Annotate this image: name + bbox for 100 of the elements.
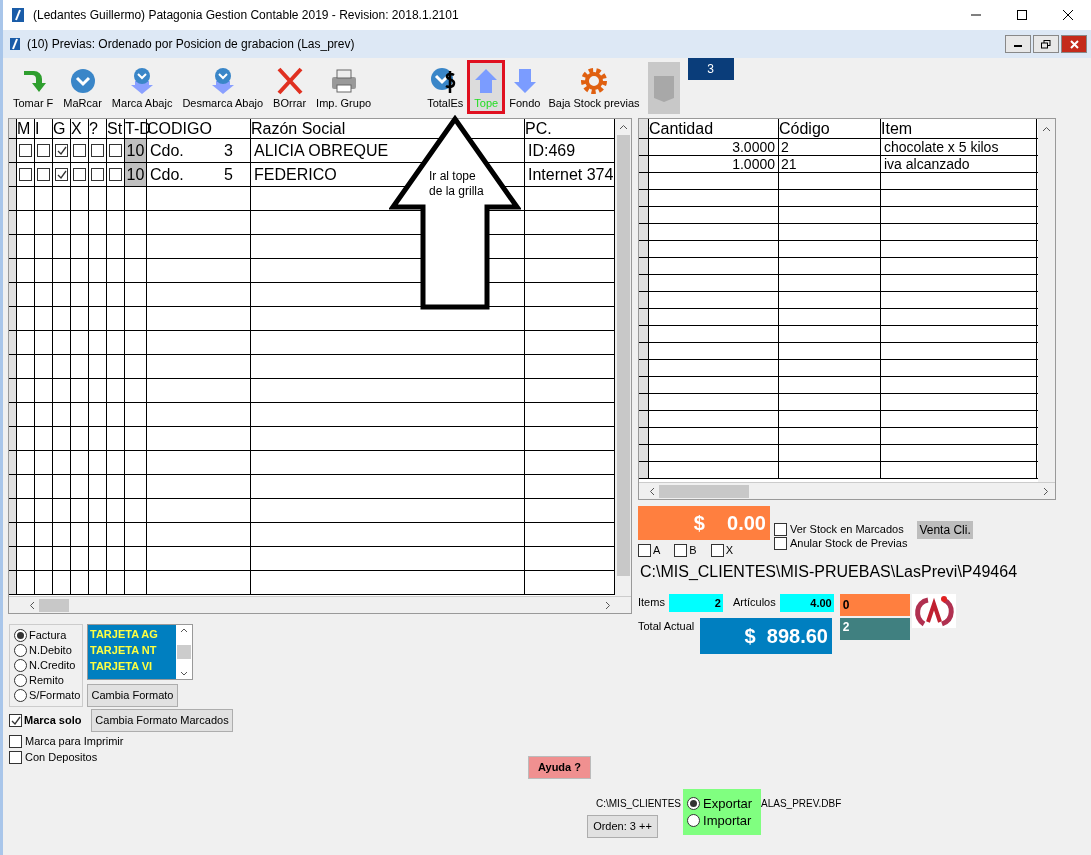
row-header[interactable]	[9, 475, 17, 498]
row-header[interactable]	[639, 292, 649, 308]
checkbox[interactable]	[674, 543, 688, 557]
toolbar-button[interactable]: Baja Stock previas	[544, 60, 644, 114]
checkbox[interactable]	[37, 168, 50, 181]
checkbox[interactable]	[55, 168, 68, 181]
checkbox[interactable]	[774, 536, 787, 550]
row-header[interactable]	[639, 411, 649, 427]
row-header[interactable]	[9, 547, 17, 570]
row-header[interactable]	[639, 173, 649, 189]
row-header[interactable]	[639, 360, 649, 376]
toolbar-button[interactable]: Desmarca Abajo	[178, 60, 268, 114]
row-header[interactable]	[9, 355, 17, 378]
row-header[interactable]	[9, 451, 17, 474]
column-header[interactable]: G	[53, 119, 71, 138]
row-header[interactable]	[639, 224, 649, 240]
column-header[interactable]: M	[17, 119, 35, 138]
row-header[interactable]	[639, 394, 649, 410]
toolbar-button[interactable]: BOrrar	[269, 60, 311, 114]
cambia-formato-marcados-button[interactable]: Cambia Formato Marcados	[91, 709, 233, 732]
checkbox[interactable]	[109, 144, 122, 157]
row-header[interactable]	[639, 275, 649, 291]
row-header[interactable]	[9, 571, 17, 594]
checkbox[interactable]	[91, 144, 104, 157]
ayuda-button[interactable]: Ayuda ?	[528, 756, 591, 779]
radio-button[interactable]	[14, 629, 27, 642]
scrollbar-thumb[interactable]	[39, 598, 69, 612]
card-list[interactable]: TARJETA AG TARJETA NT TARJETA VI	[87, 624, 193, 680]
vertical-scrollbar[interactable]	[615, 119, 631, 596]
checkbox[interactable]	[9, 750, 22, 764]
row-header[interactable]	[9, 403, 17, 426]
row-header[interactable]	[639, 258, 649, 274]
minimize-button[interactable]	[1005, 35, 1031, 53]
horizontal-scrollbar[interactable]	[639, 482, 1055, 499]
toolbar-button[interactable]: Marca Abajc	[107, 60, 177, 114]
column-header[interactable]: St	[107, 119, 125, 138]
list-item[interactable]: TARJETA NT	[90, 642, 176, 658]
scrollbar-thumb[interactable]	[659, 484, 749, 498]
toolbar-button[interactable]: Tomar F	[9, 60, 58, 114]
row-header[interactable]	[639, 207, 649, 223]
toolbar-button[interactable]: Imp. Grupo	[312, 60, 376, 114]
checkbox[interactable]	[19, 168, 32, 181]
column-header[interactable]: X	[71, 119, 89, 138]
row-header[interactable]	[639, 190, 649, 206]
column-header[interactable]: I	[35, 119, 53, 138]
row-header[interactable]	[639, 241, 649, 257]
cambia-formato-button[interactable]: Cambia Formato	[87, 684, 178, 707]
column-header[interactable]: ?	[89, 119, 107, 138]
toolbar-button[interactable]: TotalEs	[423, 60, 468, 114]
row-header[interactable]	[9, 331, 17, 354]
restore-button[interactable]	[1033, 35, 1059, 53]
row-header[interactable]	[639, 139, 649, 155]
radio-button[interactable]	[687, 814, 701, 827]
vertical-scrollbar[interactable]	[1038, 119, 1055, 482]
checkbox[interactable]	[91, 168, 104, 181]
row-header[interactable]	[639, 445, 649, 461]
row-header[interactable]	[639, 309, 649, 325]
toolbar-button[interactable]: MaRcar	[59, 60, 106, 114]
list-item[interactable]: TARJETA AG	[90, 626, 176, 642]
row-header[interactable]	[9, 307, 17, 330]
orden-button[interactable]: Orden: 3 ++	[587, 815, 658, 838]
row-header[interactable]	[9, 163, 17, 186]
radio-button[interactable]	[687, 797, 701, 810]
column-header[interactable]: CODIGO	[147, 119, 251, 138]
list-item[interactable]: TARJETA VI	[90, 658, 176, 674]
checkbox[interactable]	[9, 734, 22, 748]
radio-button[interactable]	[14, 689, 27, 702]
row-header[interactable]	[9, 523, 17, 546]
checkbox[interactable]	[19, 144, 32, 157]
row-header[interactable]	[9, 379, 17, 402]
scrollbar-thumb[interactable]	[177, 645, 191, 659]
checkbox[interactable]	[774, 522, 787, 536]
row-header[interactable]	[9, 499, 17, 522]
checkbox[interactable]	[710, 543, 724, 557]
checkbox[interactable]	[638, 543, 651, 557]
checkbox[interactable]	[55, 144, 68, 157]
column-header[interactable]: Código	[779, 119, 881, 138]
row-header[interactable]	[9, 187, 17, 210]
column-header[interactable]: Cantidad	[649, 119, 779, 138]
row-header[interactable]	[9, 427, 17, 450]
row-header[interactable]	[9, 139, 17, 162]
checkbox[interactable]	[73, 168, 86, 181]
column-header[interactable]: Item	[881, 119, 1037, 138]
checkbox[interactable]	[73, 144, 86, 157]
checkbox[interactable]	[109, 168, 122, 181]
venta-cli-label[interactable]: Venta Cli.	[917, 521, 973, 539]
checkbox[interactable]	[9, 714, 22, 727]
horizontal-scrollbar[interactable]	[9, 596, 631, 613]
radio-button[interactable]	[14, 659, 27, 672]
row-header[interactable]	[9, 235, 17, 258]
toolbar-button[interactable]: Fondo	[505, 60, 545, 114]
row-header[interactable]	[9, 283, 17, 306]
row-header[interactable]	[639, 428, 649, 444]
row-header[interactable]	[639, 462, 649, 478]
row-header[interactable]	[9, 259, 17, 282]
row-header[interactable]	[639, 156, 649, 172]
checkbox[interactable]	[37, 144, 50, 157]
row-header[interactable]	[639, 377, 649, 393]
radio-button[interactable]	[14, 644, 27, 657]
row-header[interactable]	[9, 211, 17, 234]
